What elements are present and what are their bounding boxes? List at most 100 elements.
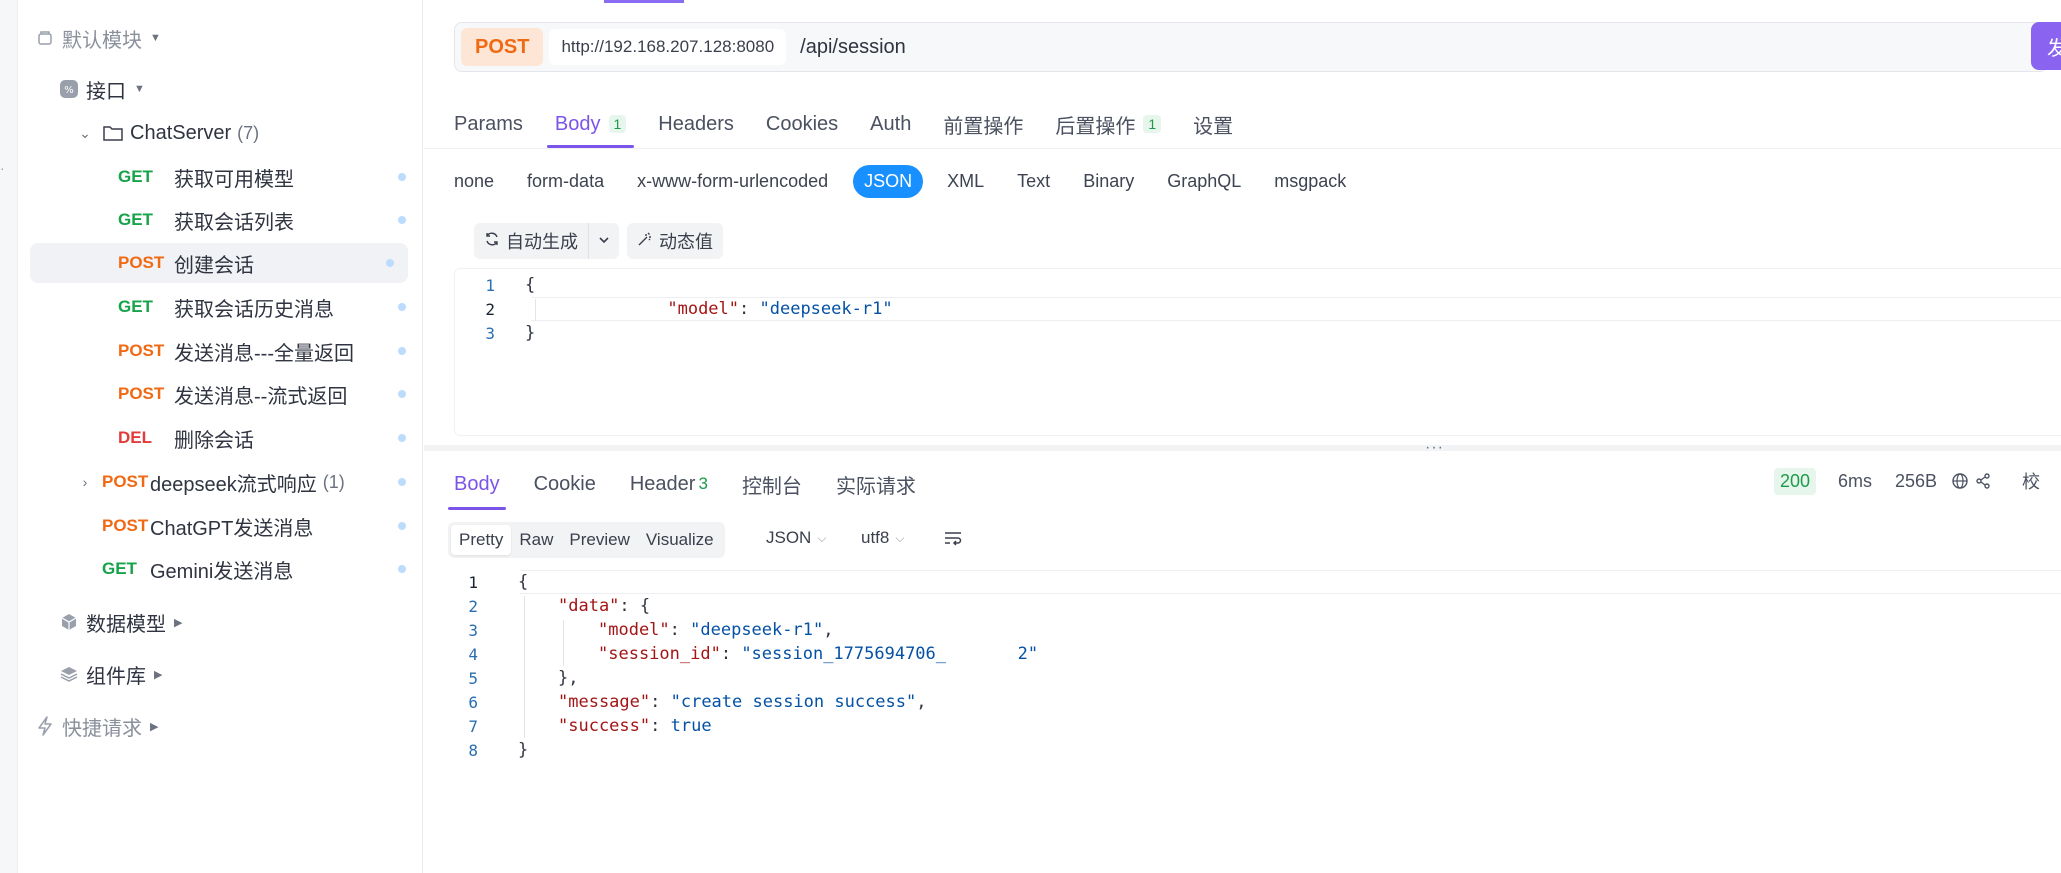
json-value: true [670,716,712,736]
response-time: 6ms [1838,466,1872,496]
chevron-down-icon: ⌵ [817,530,827,545]
tree-endpoint[interactable]: GET Gemini发送消息 [102,549,408,589]
body-type-xml[interactable]: XML [947,171,984,192]
status-dot [398,173,406,181]
send-button[interactable]: 发 [2031,22,2061,70]
view-mode-raw[interactable]: Raw [511,525,561,555]
body-type-binary[interactable]: Binary [1083,171,1134,192]
json-key: "model" [598,620,670,640]
tree-endpoint[interactable]: POST 发送消息---全量返回 [118,331,408,371]
view-mode-switch: Pretty Raw Preview Visualize [448,522,725,558]
host-field[interactable]: http://192.168.207.128:8080 [549,29,787,65]
chevron-down-icon[interactable]: ⌄ [78,125,92,142]
tab-cookies[interactable]: Cookies [766,100,838,148]
tree-module-default[interactable]: 默认模块 ▼ [34,18,410,58]
tree-components[interactable]: 组件库 ▶ [58,654,410,694]
tree-endpoint[interactable]: › POST deepseek流式响应 (1) [78,462,408,502]
tree-quick-requests[interactable]: 快捷请求 ▶ [34,706,410,746]
body-type-none[interactable]: none [454,171,494,192]
code-line: 6 "message": "create session success", [448,690,926,714]
response-status: 200 [1774,466,1817,496]
response-body-viewer[interactable]: 1 { 2 "data": { 3 "model": "deepseek-r1"… [448,570,2061,770]
panel-splitter[interactable] [424,445,2061,451]
body-type-form-data[interactable]: form-data [527,171,604,192]
tree-endpoint-selected[interactable]: POST 创建会话 [30,243,408,283]
res-tab-actual-request[interactable]: 实际请求 [836,458,916,510]
res-tab-cookie[interactable]: Cookie [534,458,596,510]
caret-right-icon: ▶ [150,720,159,733]
globe-icon[interactable] [1951,466,1969,496]
tree-endpoint[interactable]: POST ChatGPT发送消息 [102,506,408,546]
format-select[interactable]: JSON ⌵ [766,528,826,548]
line-number: 3 [485,323,495,343]
tab-body[interactable]: Body 1 [546,100,635,148]
folder-label: ChatServer [130,121,232,144]
tree-endpoint[interactable]: GET 获取会话列表 [118,200,408,240]
res-tab-header[interactable]: Header 3 [630,458,708,510]
request-tabs: Params Body 1 Headers Cookies Auth 前置操作 后… [454,100,1265,148]
tree-data-models[interactable]: 数据模型 ▶ [58,602,410,642]
endpoint-name: 删除会话 [174,429,254,452]
tab-post-ops[interactable]: 后置操作 1 [1055,100,1162,148]
json-value: "deepseek-r1" [690,620,824,640]
code-line: 2 "data": { [448,594,650,618]
tree-endpoint[interactable]: GET 获取会话历史消息 [118,287,408,327]
body-type-graphql[interactable]: GraphQL [1167,171,1241,192]
tree-endpoint[interactable]: POST 发送消息--流式返回 [118,374,408,414]
method-select[interactable]: POST [461,28,544,66]
tab-label: 控制台 [741,475,802,498]
response-time-value: 6ms [1838,470,1873,491]
body-type-urlencoded[interactable]: x-www-form-urlencoded [637,171,828,192]
tab-headers[interactable]: Headers [658,100,734,148]
share-icon[interactable] [1974,466,1992,496]
line-number: 4 [468,644,478,664]
tab-label: 后置操作 [1055,115,1136,138]
status-dot [398,478,406,486]
view-mode-visualize[interactable]: Visualize [638,525,722,555]
dynamic-value-button[interactable]: 动态值 [627,223,723,259]
code-line: 3 } [455,321,535,345]
tab-badge: 1 [1143,115,1162,133]
url-bar[interactable]: POST http://192.168.207.128:8080 /api/se… [454,22,2048,72]
tree-endpoint[interactable]: DEL 删除会话 [118,418,408,458]
tab-params[interactable]: Params [454,100,523,148]
res-tab-console[interactable]: 控制台 [742,458,802,510]
auto-generate-dropdown[interactable] [589,223,619,259]
tab-pre-ops[interactable]: 前置操作 [943,100,1023,148]
auto-generate-button[interactable]: 自动生成 [474,223,588,259]
code-text: : { [619,596,651,616]
method-label: POST [118,341,165,360]
tree-endpoint[interactable]: GET 获取可用模型 [118,157,408,197]
code-line: 7 "success": true [448,714,712,738]
status-dot [398,347,406,355]
line-number: 8 [468,740,478,760]
status-dot [398,565,406,573]
left-activity-strip: · [0,0,18,873]
encoding-select[interactable]: utf8 ⌵ [861,528,904,548]
code-text: { [525,275,536,295]
body-type-msgpack[interactable]: msgpack [1274,171,1346,192]
code-text: } [525,323,536,343]
wrap-lines-icon[interactable] [943,530,963,548]
tab-auth[interactable]: Auth [870,100,911,148]
json-key: "session_id" [598,644,721,664]
tab-settings[interactable]: 设置 [1193,100,1233,148]
request-body-editor[interactable]: 1 { 2 "model": "deepseek-r1" 3 } [454,268,2061,436]
tree-interfaces[interactable]: % 接口 ▼ [58,69,410,109]
view-mode-pretty[interactable]: Pretty [451,525,512,555]
res-tab-body[interactable]: Body [448,458,506,510]
tree-folder-chatserver[interactable]: ⌄ ChatServer (7) [78,113,410,153]
dynamic-value-label: 动态值 [659,232,713,252]
drag-handle-icon[interactable]: ··· [1425,439,1444,457]
data-models-label: 数据模型 [86,613,166,636]
tab-count: 3 [698,474,708,493]
view-mode-preview[interactable]: Preview [561,525,637,555]
endpoint-name: deepseek流式响应 [150,473,317,496]
tab-label: Body [554,112,601,135]
body-type-json[interactable]: JSON [853,164,924,198]
validate-button[interactable]: 校 [2022,466,2040,496]
body-type-text[interactable]: Text [1017,171,1050,192]
chevron-right-icon[interactable]: › [78,474,92,490]
path-input[interactable]: /api/session [800,36,906,59]
method-label: GET [118,167,153,186]
